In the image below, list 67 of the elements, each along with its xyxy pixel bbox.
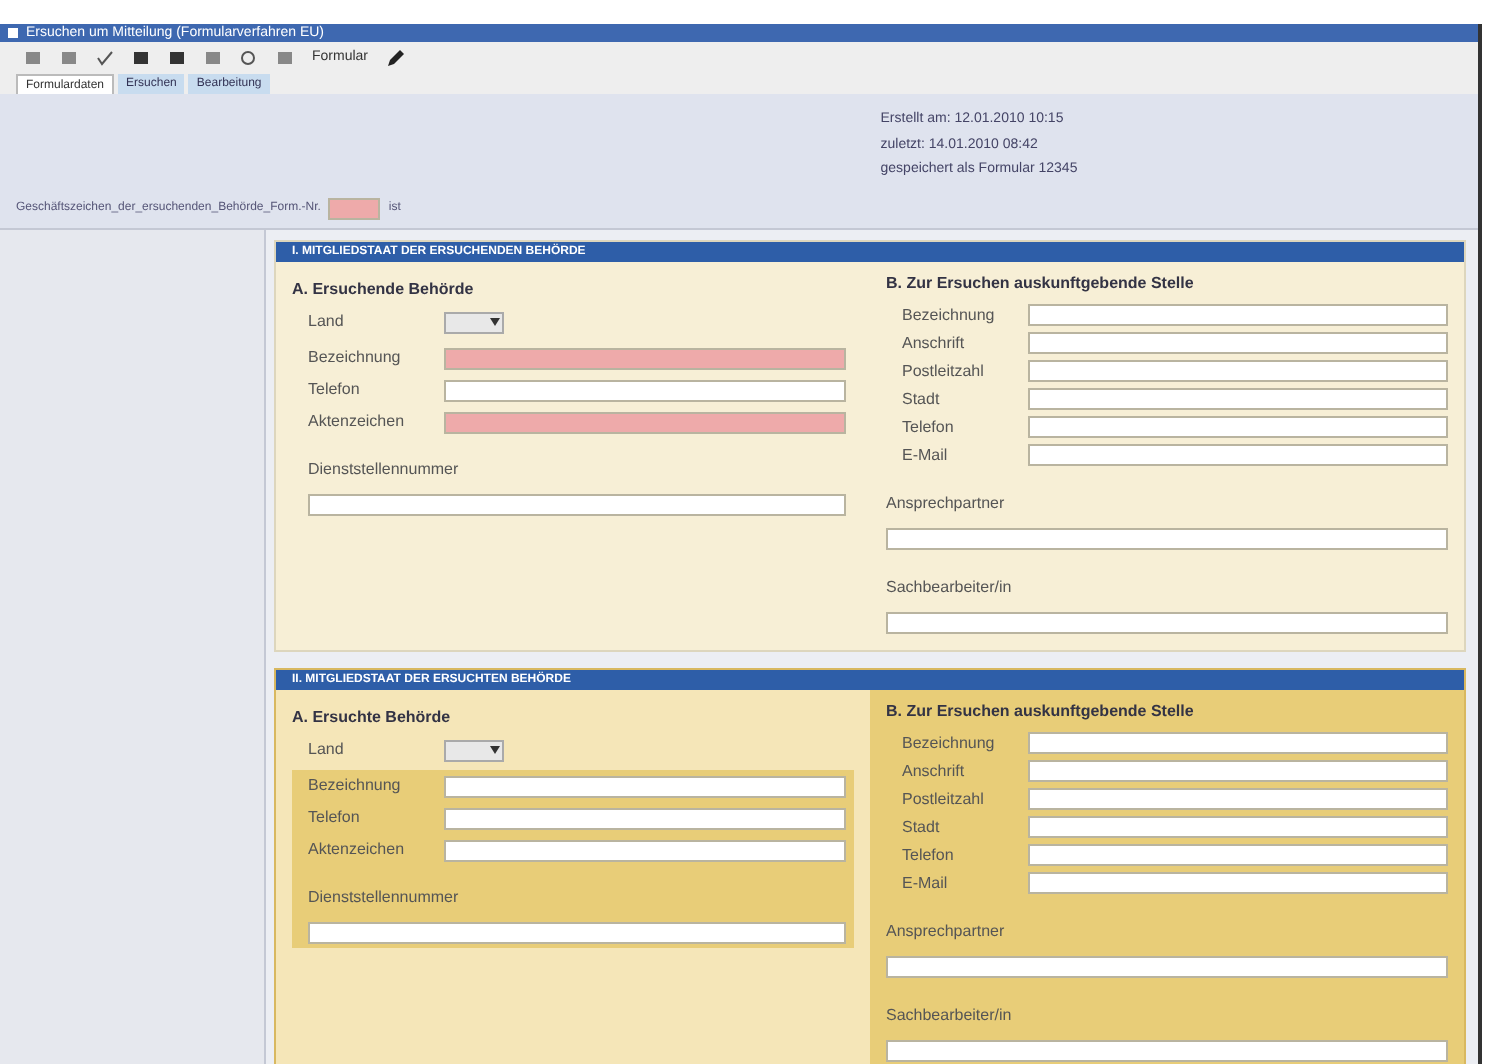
field-label: Telefon [902, 845, 956, 865]
field-label: Postleitzahl [902, 789, 986, 809]
print-icon[interactable] [60, 50, 78, 66]
input-field[interactable] [444, 775, 846, 797]
input-field[interactable] [1028, 872, 1448, 894]
input-field[interactable] [444, 839, 846, 861]
field-label: Anschrift [902, 761, 967, 781]
field-label: Postleitzahl [902, 361, 986, 381]
pencil-icon[interactable] [386, 49, 405, 67]
search-icon[interactable] [240, 50, 258, 66]
input-field[interactable] [1028, 816, 1448, 838]
field-label: Dienststellennummer [308, 460, 459, 478]
subsection-heading: A. Ersuchte Behörde [292, 706, 453, 730]
caret-icon [490, 746, 500, 754]
field-label: Ansprechpartner [886, 494, 1005, 512]
field-label: Stadt [902, 389, 942, 409]
input-field[interactable] [1028, 732, 1448, 754]
check-icon[interactable] [96, 50, 114, 66]
input-field[interactable] [444, 347, 846, 369]
input-field[interactable] [1028, 788, 1448, 810]
input-field[interactable] [1028, 844, 1448, 866]
input-field[interactable] [1028, 304, 1448, 326]
input-field[interactable] [308, 494, 846, 516]
field-label: E-Mail [902, 445, 950, 465]
field-label: Telefon [308, 378, 362, 402]
field-label: Bezeichnung [308, 774, 403, 798]
input-field[interactable] [308, 922, 846, 944]
input-field[interactable] [886, 1040, 1448, 1062]
field-label: Land [308, 738, 346, 762]
field-label: Bezeichnung [902, 305, 997, 325]
input-field[interactable] [328, 198, 381, 220]
page-icon[interactable] [204, 50, 222, 66]
country-dropdown[interactable] [444, 311, 504, 333]
field-label: Telefon [308, 806, 362, 830]
input-field[interactable] [1028, 388, 1448, 410]
subsection-heading: A. Ersuchende Behörde [292, 278, 476, 302]
field-label: Telefon [902, 417, 956, 437]
app-icon [8, 28, 18, 38]
field-label: Anschrift [902, 333, 967, 353]
field-label: Stadt [902, 817, 942, 837]
field-label: Bezeichnung [308, 346, 403, 370]
country-dropdown[interactable] [444, 739, 504, 761]
field-label: Land [308, 310, 346, 334]
field-label: Sachbearbeiter/in [886, 578, 1012, 596]
field-label: Aktenzeichen [308, 838, 407, 862]
field-label: Aktenzeichen [308, 410, 407, 434]
field-label: Sachbearbeiter/in [886, 1006, 1012, 1024]
input-field[interactable] [1028, 332, 1448, 354]
input-field[interactable] [444, 379, 846, 401]
subsection-heading: B. Zur Ersuchen auskunftgebende Stelle [886, 700, 1196, 724]
input-field[interactable] [1028, 444, 1448, 466]
input-field[interactable] [444, 411, 846, 433]
field-label: Bezeichnung [902, 733, 997, 753]
input-field[interactable] [1028, 416, 1448, 438]
input-field[interactable] [1028, 760, 1448, 782]
input-field[interactable] [444, 807, 846, 829]
tool-icon[interactable] [276, 50, 294, 66]
input-field[interactable] [1028, 360, 1448, 382]
field-label: Ansprechpartner [886, 922, 1005, 940]
folder-icon[interactable] [24, 50, 42, 66]
field-label: E-Mail [902, 873, 950, 893]
field-label: Dienststellennummer [308, 888, 459, 906]
subsection-heading: B. Zur Ersuchen auskunftgebende Stelle [886, 272, 1196, 296]
input-field[interactable] [886, 612, 1448, 634]
input-field[interactable] [886, 956, 1448, 978]
input-field[interactable] [886, 528, 1448, 550]
caret-icon [490, 318, 500, 326]
